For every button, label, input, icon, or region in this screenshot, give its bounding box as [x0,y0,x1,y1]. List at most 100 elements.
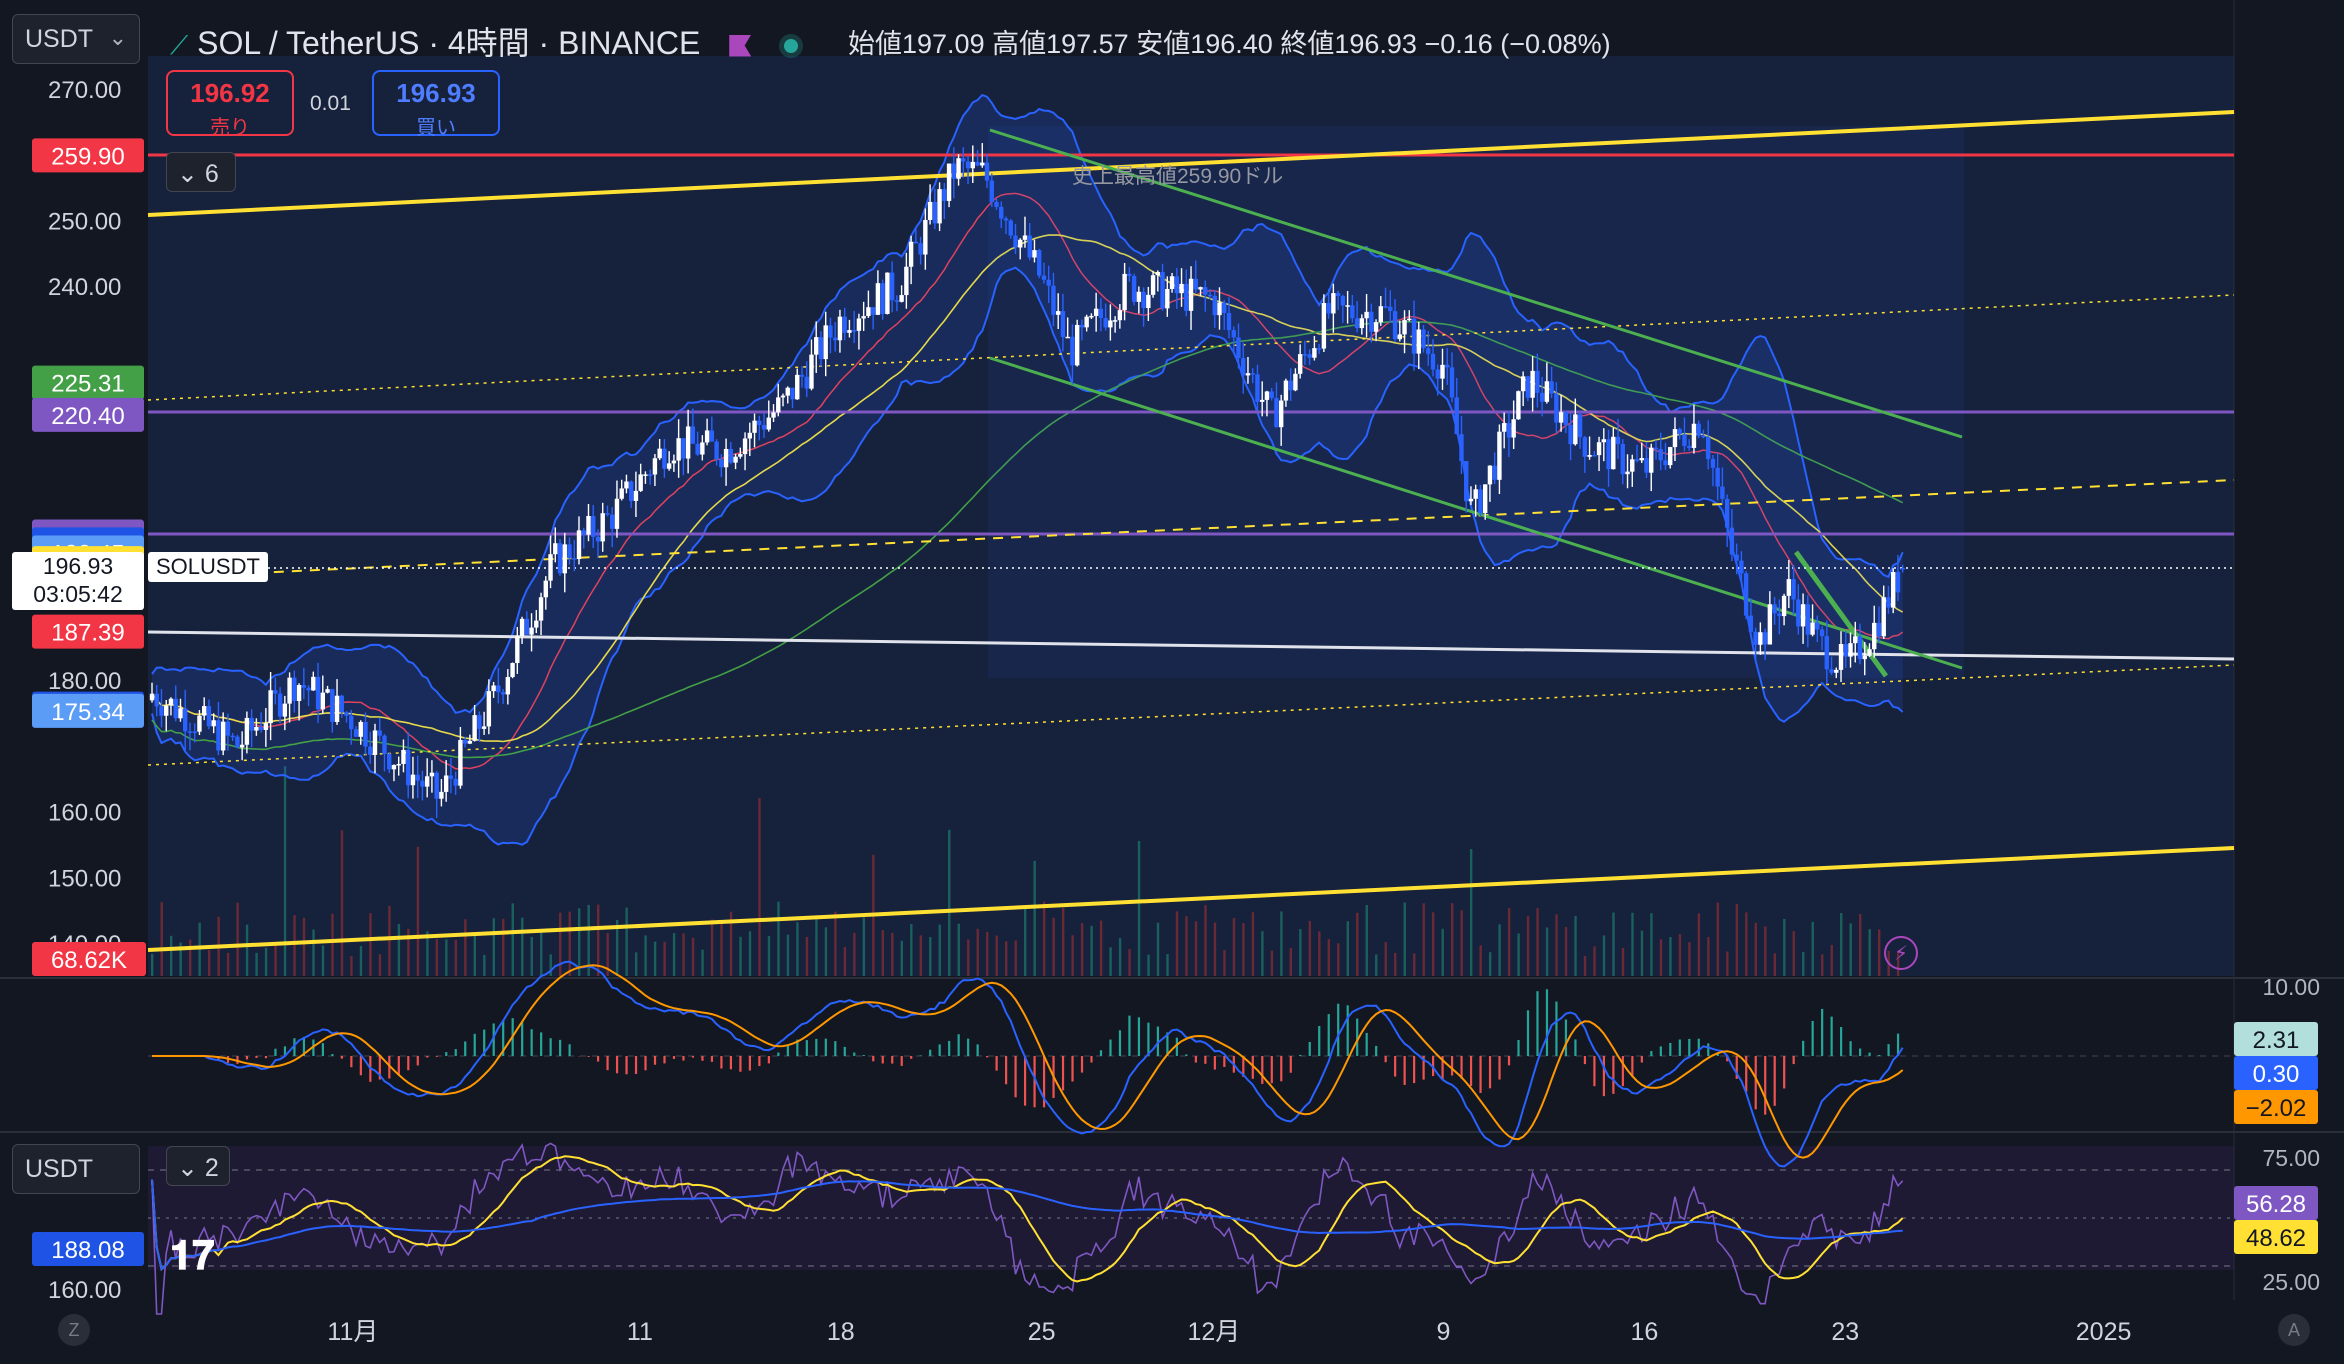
flag-icon[interactable] [729,34,752,57]
auto-scale-button[interactable]: A [2278,1314,2310,1346]
oscillator-toggle[interactable]: ⌄ 2 [166,1146,230,1186]
rsi-currency-select[interactable]: USDT [12,1144,140,1194]
volume-bar [767,935,771,976]
candle-body [391,764,397,770]
candle-body [1720,486,1725,499]
macd-hist-bar [1137,1017,1141,1056]
close-value: 196.93 [1334,29,1417,59]
macd-hist-bar [1308,1041,1311,1056]
macd-hist-bar [1602,1056,1605,1097]
candle-body [183,708,188,732]
macd-hist-bar [720,1056,723,1069]
candle-body [1630,459,1635,472]
indicators-toggle[interactable]: ⌄ 6 [166,152,236,192]
macd-hist-bar [682,1056,685,1061]
candle-body [1392,311,1398,340]
candle-body [1241,358,1246,376]
candle-body [1331,293,1336,314]
macd-hist-bar [1289,1056,1292,1073]
macd-hist-bar [426,1056,429,1058]
auto-scale-label: A [2287,1320,2300,1340]
currency-select[interactable]: USDT ⌄ [12,14,140,64]
candle-body [1772,604,1777,614]
candle-body [1781,595,1787,617]
candle-body [306,687,311,691]
candle-body [1838,644,1844,670]
macd-hist-bar [1688,1038,1691,1056]
candle-body [780,395,786,398]
candle-body [515,635,520,664]
volume-bar [853,932,856,976]
macd-hist-bar [767,1056,770,1064]
volume-bar [1137,840,1141,976]
volume-bar [1678,934,1682,976]
volume-bar [1175,911,1179,976]
macd-hist-bar [739,1056,742,1072]
candle-body [1834,669,1839,673]
volume-bar [397,924,401,976]
candle-body [543,580,548,598]
buy-button[interactable]: 196.93 買い [372,70,500,139]
candle-body [899,295,904,302]
macd-hist-bar [264,1056,268,1059]
candle-body [1506,423,1512,438]
macd-hist-bar [1261,1056,1264,1084]
candle-body [1321,303,1327,349]
candle-body [235,736,240,748]
macd-hist-bar [596,1056,600,1062]
candle-body [258,726,264,730]
candle-body [946,163,952,201]
candle-body [1340,295,1346,306]
volume-bar [1631,912,1634,976]
sell-button[interactable]: 196.92 売り [166,70,294,139]
market-status-icon[interactable] [784,38,799,53]
volume-bar [1792,930,1795,976]
rsi-axis-tick: 25.00 [2262,1269,2320,1295]
candle-body [1297,354,1303,374]
candle-body [880,283,885,314]
candle-body [1668,447,1673,466]
volume-bar [1564,927,1568,976]
candle-body [1492,465,1497,480]
candle-body [1729,527,1735,555]
macd-hist-bar [1479,1056,1482,1093]
macd-hist-bar [701,1056,704,1061]
scroll-left-button[interactable]: Z [58,1314,90,1346]
volume-bar [758,798,761,976]
macd-hist-bar [758,1056,761,1067]
volume-bar [663,941,666,976]
macd-hist-bar [957,1034,960,1056]
candle-body [1060,311,1066,338]
volume-bar [1213,922,1217,976]
chevron-down-icon: ⌄ [177,1154,198,1182]
candle-body [1407,318,1412,321]
macd-hist-bar [1830,1016,1833,1056]
volume-bar [748,931,752,976]
volume-bar [350,955,353,976]
volume-bar [957,923,960,976]
macd-hist-bar [1213,1056,1216,1070]
current-price-tag: 196.93 03:05:42 [12,552,144,610]
candle-body [942,189,947,201]
macd-hist-bar [710,1056,714,1062]
chart-canvas[interactable]: 史上最高値259.90ドル 270.00 250.00 240.00 180.00 16… [0,0,2344,1364]
candle-body [301,685,307,688]
chart-title-text: SOL / TetherUS · 4時間 · BINANCE [197,25,701,61]
candle-body [875,283,881,315]
volume-bar [473,931,477,976]
macd-hist-bar [1005,1056,1008,1085]
volume-bar [169,935,173,976]
macd-hist-bar [473,1033,476,1056]
candle-body [1402,319,1407,335]
volume-bar [1735,904,1739,976]
candle-body [453,778,458,786]
chevron-down-icon: ⌄ [108,25,127,50]
candle-body [766,417,771,430]
volume-bar [824,927,828,976]
candle-body [1734,554,1739,561]
candle-body [287,677,292,704]
volume-bar [1185,916,1188,976]
candle-body [1250,373,1255,375]
alert-bolt-icon[interactable]: ⚡ [1884,936,1918,970]
candle-body [296,685,302,701]
